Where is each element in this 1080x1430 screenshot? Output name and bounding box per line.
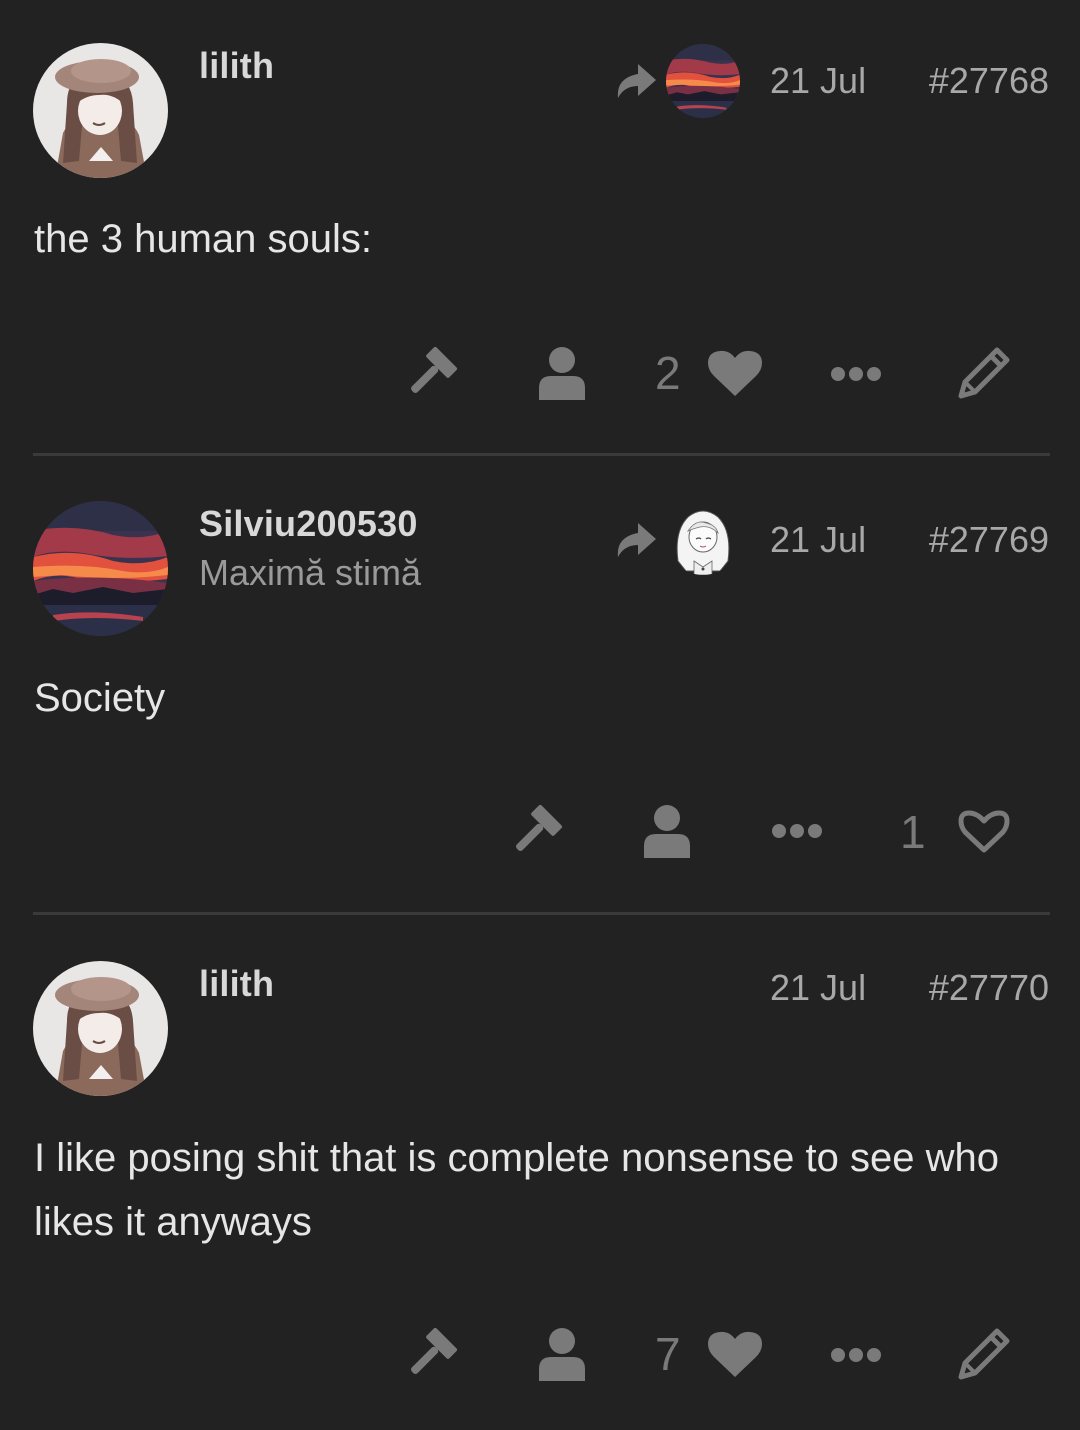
reply-to-icon[interactable] — [614, 519, 658, 559]
flag-button[interactable] — [403, 345, 459, 401]
edit-button[interactable] — [957, 346, 1011, 400]
reply-to-avatar[interactable] — [666, 44, 740, 118]
user-title: Maximă stimă — [199, 552, 422, 593]
post-date[interactable]: 21 Jul — [770, 967, 866, 1009]
post-number[interactable]: #27769 — [929, 519, 1049, 561]
post-body: I like posing shit that is complete nons… — [34, 1136, 999, 1244]
flag-button[interactable] — [403, 1326, 459, 1382]
ellipsis-icon — [830, 366, 882, 382]
pencil-icon — [957, 1327, 1011, 1381]
user-button[interactable] — [537, 1327, 587, 1381]
heart-icon — [708, 350, 762, 398]
username[interactable]: lilith — [199, 963, 274, 1005]
post-body: the 3 human souls: — [34, 217, 372, 261]
username[interactable]: Silviu200530 — [199, 503, 418, 545]
user-avatar[interactable] — [33, 961, 168, 1096]
heart-icon — [708, 1331, 762, 1379]
more-button[interactable] — [830, 1347, 882, 1363]
heart-outline-icon — [957, 808, 1011, 856]
reply-to-icon[interactable] — [614, 60, 658, 100]
ellipsis-icon — [771, 823, 823, 839]
more-button[interactable] — [771, 823, 823, 839]
user-avatar[interactable] — [33, 43, 168, 178]
user-icon — [642, 804, 692, 858]
like-button[interactable] — [708, 1331, 762, 1379]
reply-to-avatar[interactable] — [666, 501, 740, 575]
user-avatar[interactable] — [33, 501, 168, 636]
flag-button[interactable] — [508, 803, 564, 859]
username[interactable]: lilith — [199, 45, 274, 87]
pencil-icon — [957, 346, 1011, 400]
post-number[interactable]: #27768 — [929, 60, 1049, 102]
post-body: Society — [34, 676, 166, 720]
post-number[interactable]: #27770 — [929, 967, 1049, 1009]
post-date[interactable]: 21 Jul — [770, 60, 866, 102]
edit-button[interactable] — [957, 1327, 1011, 1381]
gavel-icon — [508, 803, 564, 859]
post-divider — [33, 453, 1050, 456]
ellipsis-icon — [830, 1347, 882, 1363]
like-count[interactable]: 1 — [900, 805, 926, 859]
user-icon — [537, 346, 587, 400]
post-27769: Silviu200530 Maximă stimă 21 Jul #27769 … — [0, 458, 1080, 915]
like-button[interactable] — [708, 350, 762, 398]
like-count[interactable]: 7 — [655, 1327, 681, 1381]
more-button[interactable] — [830, 366, 882, 382]
post-divider — [33, 912, 1050, 915]
post-date[interactable]: 21 Jul — [770, 519, 866, 561]
user-button[interactable] — [537, 346, 587, 400]
user-icon — [537, 1327, 587, 1381]
gavel-icon — [403, 345, 459, 401]
gavel-icon — [403, 1326, 459, 1382]
post-27770: lilith 21 Jul #27770 I like posing shit … — [0, 916, 1080, 1430]
like-button[interactable] — [957, 808, 1011, 856]
like-count[interactable]: 2 — [655, 346, 681, 400]
post-27768: lilith 21 Jul #27768 the 3 human souls: … — [0, 0, 1080, 456]
user-button[interactable] — [642, 804, 692, 858]
